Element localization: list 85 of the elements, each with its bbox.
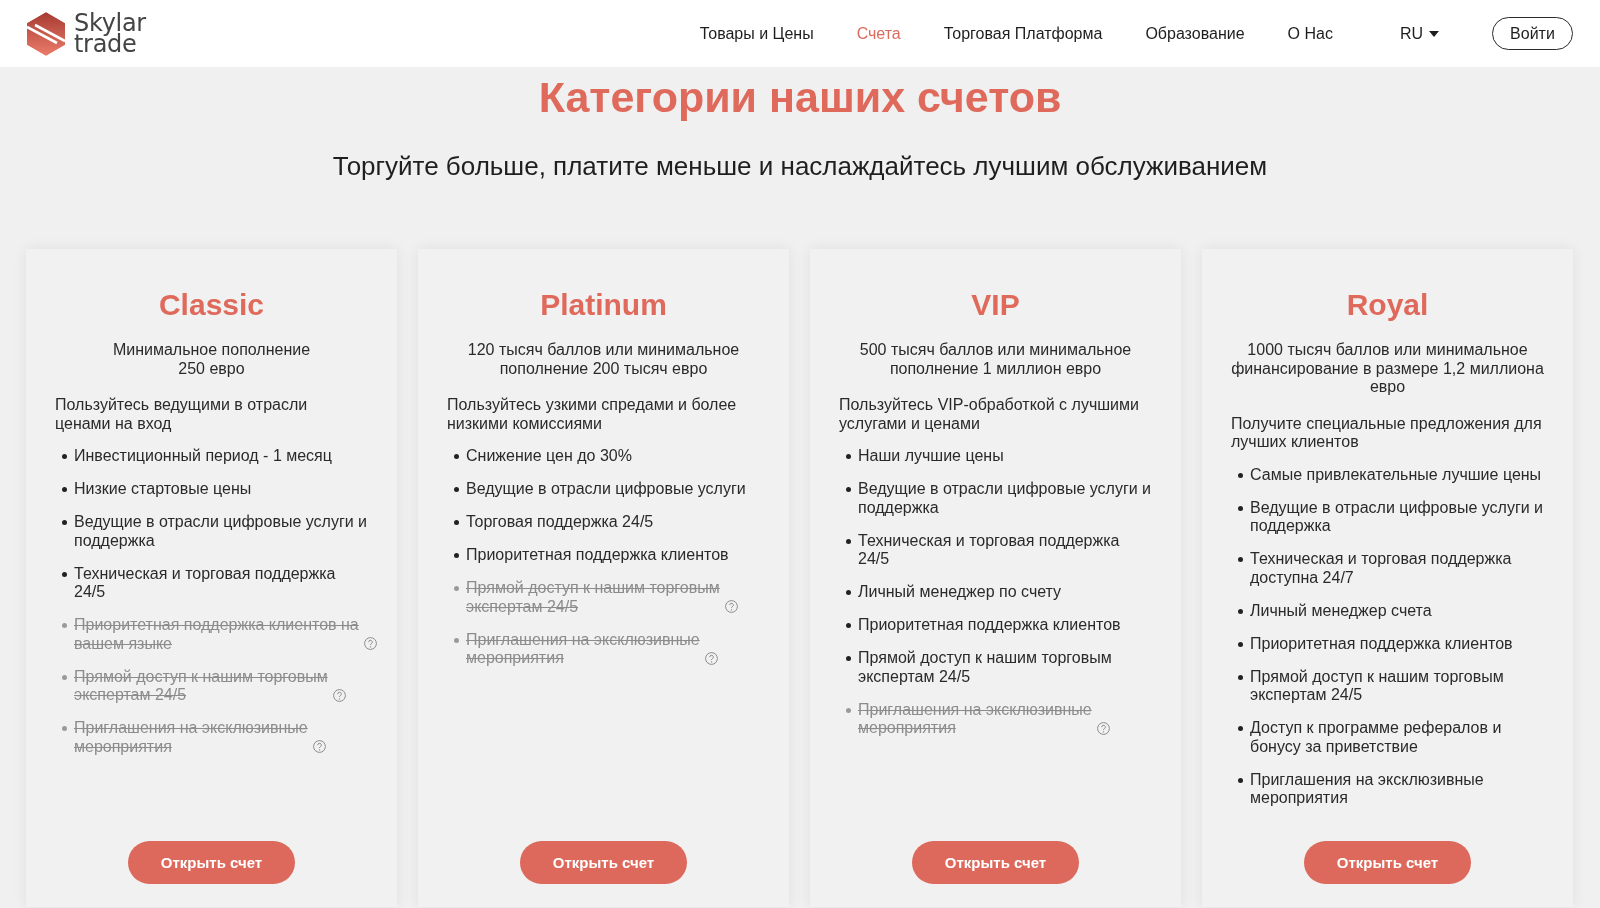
plan-description: Получите специальные предложения для лучших клиентов	[1231, 414, 1542, 452]
language-selector[interactable]: RU	[1399, 24, 1439, 43]
page-subtitle: Торгуйте больше, платите меньше и наслаждайтесь лучшим обслуживанием	[332, 152, 1268, 181]
feature-text: Приоритетная поддержка клиентов на вашем языке	[74, 616, 359, 653]
bullet-icon	[62, 520, 67, 525]
bullet-icon	[1238, 726, 1243, 731]
bullet-icon	[846, 454, 851, 459]
bullet-icon	[846, 707, 851, 713]
plan-title: Platinum	[540, 287, 667, 323]
feature-text: Снижение цен до 30%	[466, 447, 632, 466]
bullet-icon	[1238, 472, 1243, 478]
bullet-icon	[1238, 641, 1243, 647]
feature-text: Техническая и торговая поддержка 24/5	[74, 564, 336, 602]
feature-text: Личный менеджер счета	[1250, 601, 1432, 620]
plan-title: Royal	[1346, 287, 1429, 323]
bullet-icon	[454, 487, 459, 492]
bullet-icon	[62, 487, 67, 492]
bullet-icon	[62, 623, 67, 628]
plan-title: VIP	[971, 287, 1020, 323]
plan-deposit: 500 тысяч баллов или минимальное пополнение 1 миллион евро	[859, 341, 1132, 378]
plan-description: Пользуйтесь VIP-обработкой с лучшими услугами и ценами	[839, 396, 1139, 433]
feature-text: Приглашения на эксклюзивные мероприятия	[74, 719, 308, 756]
feature-text: Инвестиционный период - 1 месяц	[74, 447, 332, 466]
bullet-icon	[454, 553, 459, 558]
bullet-icon	[454, 454, 459, 459]
bullet-icon	[1238, 505, 1243, 511]
feature-text: Приглашения на эксклюзивные мероприятия	[466, 630, 700, 668]
feature-text: Приглашения на эксклюзивные мероприятия	[1250, 770, 1484, 808]
logo-icon	[27, 11, 65, 56]
feature-text: Прямой доступ к нашим торговым экспертам 24/5	[74, 667, 328, 705]
feature-text: Прямой доступ к нашим торговым экспертам 24/5	[858, 649, 1112, 686]
plan-deposit: Минимальное пополнение 250 евро	[112, 341, 311, 378]
bullet-icon	[454, 520, 459, 525]
feature-text: Прямой доступ к нашим торговым экспертам 24/5	[1250, 667, 1504, 705]
plan-deposit: 1000 тысяч баллов или минимальное финансирование в размере 1,2 миллиона евро	[1231, 341, 1544, 397]
bullet-icon	[1238, 557, 1243, 562]
feature-text: Техническая и торговая поддержка 24/5	[858, 531, 1120, 569]
feature-text: Наши лучшие цены	[858, 447, 1004, 466]
nav-link[interactable]: Товары и Цены	[699, 24, 814, 43]
login-button[interactable]: Войти	[1492, 17, 1573, 50]
help-icon[interactable]	[312, 740, 326, 753]
feature-text: Ведущие в отрасли цифровые услуги и поддержка	[1250, 498, 1544, 536]
bullet-icon	[454, 586, 459, 591]
feature-text: Ведущие в отрасли цифровые услуги и поддержка	[858, 480, 1152, 517]
bullet-icon	[1238, 777, 1243, 783]
feature-text: Приглашения на эксклюзивные мероприятия	[858, 700, 1092, 738]
help-icon[interactable]	[1096, 721, 1110, 735]
bullet-icon	[454, 637, 459, 643]
feature-text: Низкие стартовые цены	[74, 480, 252, 499]
bullet-icon	[846, 623, 851, 628]
page-title: Категории наших счетов	[538, 72, 1062, 123]
bullet-icon	[1238, 608, 1243, 614]
plan-deposit: 120 тысяч баллов или минимальное пополнение 200 тысяч евро	[467, 341, 740, 378]
feature-text: Прямой доступ к нашим торговым экспертам 24/5	[466, 579, 720, 616]
bullet-icon	[846, 590, 851, 595]
nav-link[interactable]: О Нас	[1287, 24, 1333, 43]
feature-text: Торговая поддержка 24/5	[466, 513, 654, 532]
plan-title: Classic	[158, 287, 265, 323]
help-icon[interactable]	[363, 637, 377, 650]
plan-description: Пользуйтесь ведущими в отрасли ценами на вход	[55, 396, 308, 433]
feature-text: Приоритетная поддержка клиентов	[466, 546, 729, 565]
feature-text: Приоритетная поддержка клиентов	[1250, 634, 1513, 653]
feature-text: Самые привлекательные лучшие цены	[1250, 465, 1542, 484]
nav-link[interactable]: Образование	[1145, 24, 1245, 43]
feature-text: Ведущие в отрасли цифровые услуги	[466, 480, 746, 499]
bullet-icon	[62, 674, 67, 680]
bullet-icon	[62, 726, 67, 731]
bullet-icon	[846, 656, 851, 661]
logo-text: Skylar trade	[74, 12, 146, 55]
bullet-icon	[1238, 674, 1243, 680]
plan-description: Пользуйтесь узкими спредами и более низкими комиссиями	[447, 396, 737, 433]
feature-text: Приоритетная поддержка клиентов	[858, 616, 1121, 635]
help-icon[interactable]	[704, 651, 718, 665]
feature-text: Ведущие в отрасли цифровые услуги и поддержка	[74, 513, 368, 550]
bullet-icon	[846, 538, 851, 544]
feature-text: Личный менеджер по счету	[858, 583, 1062, 602]
bullet-icon	[62, 571, 67, 577]
feature-text: Доступ к программе рефералов и бонусу за приветствие	[1250, 719, 1502, 756]
bullet-icon	[846, 487, 851, 492]
bullet-icon	[62, 454, 67, 459]
help-icon[interactable]	[332, 688, 346, 702]
nav-link[interactable]: Торговая Платформа	[943, 24, 1103, 43]
feature-text: Техническая и торговая поддержка доступна 24/7	[1250, 550, 1512, 587]
help-icon[interactable]	[724, 600, 738, 613]
caret-icon	[1429, 30, 1439, 37]
